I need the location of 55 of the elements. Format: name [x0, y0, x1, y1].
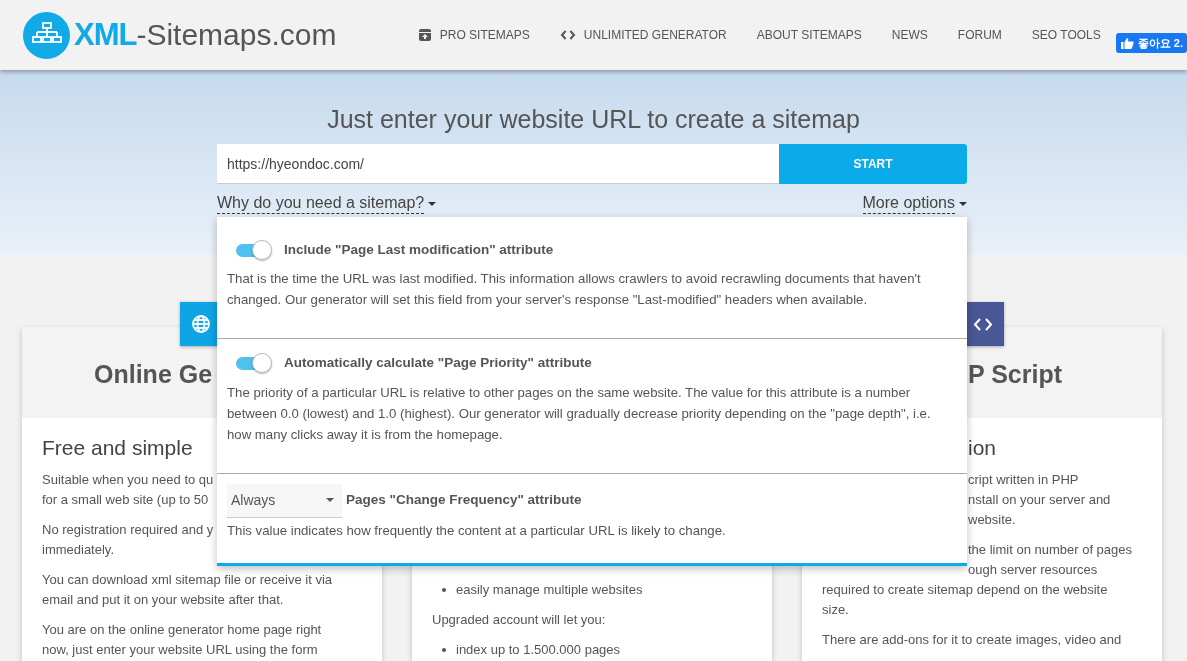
globe-icon	[191, 314, 211, 334]
code-icon	[973, 316, 993, 332]
toggle-switch[interactable]	[236, 240, 272, 261]
toggle-link[interactable]: More options	[862, 193, 955, 214]
card-text: website.	[968, 510, 1016, 529]
code-icon	[559, 29, 576, 41]
thumbs-up-icon	[1119, 37, 1134, 49]
card-text: size.	[822, 600, 849, 619]
card-text: You are on the online generator home page right	[42, 620, 322, 639]
card-text: cript written in PHP	[968, 470, 1079, 489]
nav-link[interactable]: SEO TOOLS	[1031, 26, 1101, 44]
frequency-select[interactable]: Always	[227, 483, 342, 518]
bullet-item: index up to 1.500.000 pages	[456, 641, 621, 659]
card-subtitle: Free and simple	[42, 435, 193, 461]
toggle-switch[interactable]	[236, 353, 272, 374]
card-text: No registration required and y	[42, 520, 214, 539]
nav-link[interactable]: UNLIMITED GENERATOR	[559, 26, 727, 44]
bullet-icon	[442, 588, 446, 592]
card-text: now, just enter your website URL using the form	[42, 640, 318, 659]
card-text: the limit on number of pages	[968, 540, 1133, 559]
site-logo-text[interactable]: XML-Sitemaps.com	[74, 11, 337, 59]
option-description: The priority of a particular URL is relative to other pages on the same website. The value for this attribute is a number between 0.0 (lowest) and 1.0 (highest). Our generator will gradually decrease priority depending on the "page depth", i.e. how many clicks away it is from the homepage.	[227, 383, 932, 444]
caret-icon	[428, 201, 437, 206]
card-text: immediately.	[42, 540, 114, 559]
option-label: Automatically calculate "Page Priority" attribute	[284, 354, 592, 373]
toggle-link[interactable]: Why do you need a sitemap?	[217, 193, 425, 214]
hero-heading: Just enter your website URL to create a sitemap	[326, 104, 861, 134]
option-label: Pages "Change Frequency" attribute	[346, 491, 582, 510]
nav-link[interactable]: FORUM	[957, 26, 1002, 44]
option-description: This value indicates how frequently the content at a particular URL is likely to change.	[227, 521, 727, 540]
like-button[interactable]: 좋아요 2.	[1115, 33, 1187, 53]
bullet-icon	[442, 648, 446, 652]
card-text: email and put it on your website after that.	[42, 590, 284, 609]
caret-icon	[959, 201, 967, 206]
card-text: required to create sitemap depend on the website	[822, 580, 1108, 599]
sitemap-logo-icon	[23, 11, 70, 59]
bullet-item: easily manage multiple websites	[456, 581, 643, 599]
option-description: That is the time the URL was last modified. This information allows crawlers to avoid recrawling documents that haven't changed. Our generator will set this field from your server's response "Last-modified" headers when available.	[227, 270, 922, 310]
nav-link[interactable]: NEWS	[891, 26, 928, 44]
card-title: Online Ge	[94, 359, 213, 390]
url-field[interactable]: https://hyeondoc.com/	[217, 144, 779, 184]
card-text: ough server resources	[968, 560, 1098, 579]
card-text: Upgraded account will let you:	[432, 611, 606, 629]
nav-link[interactable]: ABOUT SITEMAPS	[756, 26, 862, 44]
card-subtitle: ion	[968, 435, 997, 461]
card-text: There are add-ons for it to create images, video and	[822, 630, 1122, 649]
card-text: for a small web site (up to 50	[42, 490, 209, 509]
card-text: nstall on your server and	[968, 490, 1111, 509]
option-label: Include "Page Last modification" attribute	[284, 241, 554, 259]
card-text: You can download xml sitemap file or receive it via	[42, 570, 332, 589]
box-icon	[417, 28, 432, 42]
card-text: Suitable when you need to qu	[42, 470, 214, 489]
nav-link[interactable]: PRO SITEMAPS	[417, 26, 530, 44]
card-title: P Script	[968, 359, 1063, 390]
caret-icon	[326, 498, 334, 502]
